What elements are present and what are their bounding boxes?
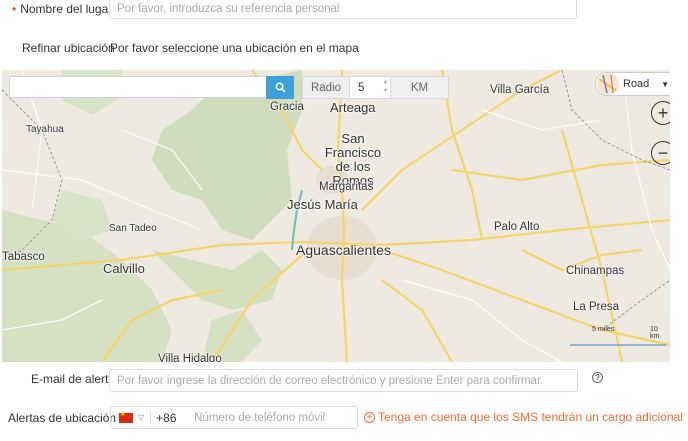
map-place-label: Calvillo: [103, 261, 145, 276]
radius-stepper-icon[interactable]: ▲ ▼: [383, 78, 388, 96]
radius-control: Radio 5 ▲ ▼ KM: [302, 76, 449, 99]
map-place-label: San Francisco de los Romos: [324, 131, 382, 188]
zoom-in-button[interactable]: +: [651, 101, 670, 125]
location-alerts-label: Alertas de ubicación: [8, 411, 117, 425]
search-icon: [275, 82, 286, 93]
zoom-out-button[interactable]: −: [651, 141, 670, 165]
map-place-label: San Tadeo: [109, 223, 157, 234]
place-name-input[interactable]: Por favor, introduzca su referencia pers…: [109, 0, 577, 19]
map-place-label: Tabasco: [2, 251, 45, 263]
place-name-label: • Nombre del lugar: [12, 2, 112, 16]
required-dot-icon: •: [12, 2, 17, 16]
map-place-label: Gracia: [270, 101, 304, 113]
phone-number-input[interactable]: Número de teléfono móvil: [194, 412, 325, 424]
radius-label: Radio: [310, 81, 342, 94]
add-circle-icon[interactable]: +: [364, 411, 375, 423]
info-icon[interactable]: ?: [592, 372, 603, 383]
map-place-label: Margaritas: [319, 181, 374, 193]
sms-note-text: Tenga en cuenta que los SMS tendrán un c…: [378, 410, 683, 424]
map-type-selector[interactable]: Road ▼: [595, 72, 670, 96]
plus-icon: +: [657, 103, 669, 123]
map-place-label: Villa García: [490, 84, 550, 96]
map-place-label: Tayahua: [26, 124, 64, 135]
alert-email-placeholder: Por favor ingrese la dirección de correo…: [117, 374, 544, 387]
map-place-label: Aguascalientes: [296, 242, 391, 258]
radius-value: 5: [358, 81, 365, 94]
map-canvas[interactable]: Gracia Arteaga Villa García Tayahua San …: [2, 70, 670, 362]
road-map-icon: [597, 73, 619, 95]
minus-icon: −: [657, 143, 669, 163]
sms-charge-note: + Tenga en cuenta que los SMS tendrán un…: [364, 410, 683, 424]
china-flag-icon[interactable]: [119, 411, 133, 423]
chevron-down-icon: ▼: [661, 79, 669, 89]
refine-location-hint: Por favor seleccione una ubicación en el…: [110, 41, 359, 55]
scale-km: 10 km: [650, 326, 660, 340]
map-search-button[interactable]: [266, 76, 294, 99]
chevron-down-icon[interactable]: ▽: [138, 413, 144, 422]
refine-location-label: Refinar ubicación: [22, 41, 115, 55]
map-place-label: La Presa: [573, 301, 620, 313]
phone-input-group[interactable]: ▽ +86 Número de teléfono móvil: [110, 406, 358, 429]
map-place-label: Chinampas: [566, 265, 625, 277]
map-scale: 5 miles 10 km: [570, 326, 666, 348]
place-name-label-text: Nombre del lugar: [20, 2, 113, 16]
place-name-placeholder: Por favor, introduzca su referencia pers…: [117, 2, 340, 15]
scale-miles: 5 miles: [592, 326, 615, 333]
map-place-label: Villa Hidalgo: [158, 353, 222, 362]
country-code: +86: [150, 410, 194, 425]
radius-input[interactable]: 5 ▲ ▼: [349, 77, 391, 98]
map-type-label: Road: [623, 78, 650, 90]
alert-email-label: E-mail de alerta: [31, 372, 116, 386]
radius-unit: KM: [410, 81, 429, 94]
map-place-label: Jesús María: [287, 197, 358, 212]
map-search-input[interactable]: [9, 76, 267, 98]
map-place-label: Palo Alto: [494, 221, 540, 233]
map-place-label: Arteaga: [330, 100, 376, 115]
alert-email-input[interactable]: Por favor ingrese la dirección de correo…: [109, 369, 578, 392]
